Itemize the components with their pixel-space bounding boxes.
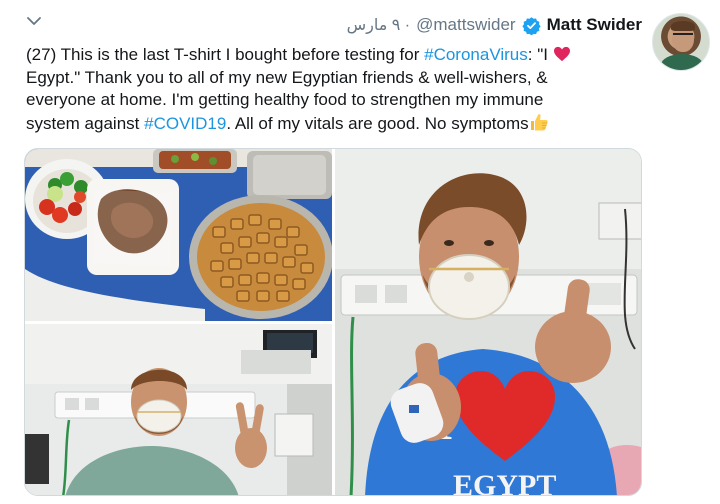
verified-badge-icon — [521, 16, 541, 35]
tweet-card[interactable]: ٩ مارس · @mattswider Matt Swider (27) Th… — [0, 0, 720, 504]
text-segment: (27) This is the last T-shirt I bought b… — [26, 45, 425, 64]
red-heart-emoji-icon — [553, 46, 570, 62]
chevron-down-icon[interactable] — [26, 13, 42, 29]
tweet-line: everyone at home. I'm getting healthy fo… — [26, 90, 544, 109]
shirt-word-egypt: EGYPT — [453, 469, 556, 496]
tweet-line: (27) This is the last T-shirt I bought b… — [26, 44, 636, 67]
photo-thumbs-up-egypt-shirt[interactable]: I EGYPT — [335, 149, 641, 496]
hashtag-coronavirus[interactable]: #CoronaVirus — [424, 45, 528, 64]
tweet-text: (27) This is the last T-shirt I bought b… — [26, 44, 636, 135]
text-segment: system against — [26, 113, 145, 133]
display-name[interactable]: Matt Swider — [547, 15, 642, 35]
tweet-header: ٩ مارس · @mattswider Matt Swider — [347, 12, 642, 38]
tweet-line: system against #COVID19. All of my vital… — [26, 112, 636, 136]
hashtag-covid19[interactable]: #COVID19 — [144, 114, 226, 133]
user-handle[interactable]: @mattswider — [416, 15, 515, 35]
photo-food-tray[interactable] — [25, 149, 332, 321]
text-segment: . All of my vitals are good. No symptoms — [226, 113, 529, 133]
thumbs-up-emoji-icon — [530, 113, 548, 130]
tweet-date[interactable]: ٩ مارس · — [347, 15, 411, 35]
text-segment: : "I — [527, 45, 553, 64]
avatar[interactable] — [652, 13, 710, 71]
photo-peace-selfie[interactable] — [25, 324, 332, 495]
tweet-line: Egypt." Thank you to all of my new Egypt… — [26, 67, 548, 87]
media-grid: I EGYPT — [24, 148, 642, 496]
